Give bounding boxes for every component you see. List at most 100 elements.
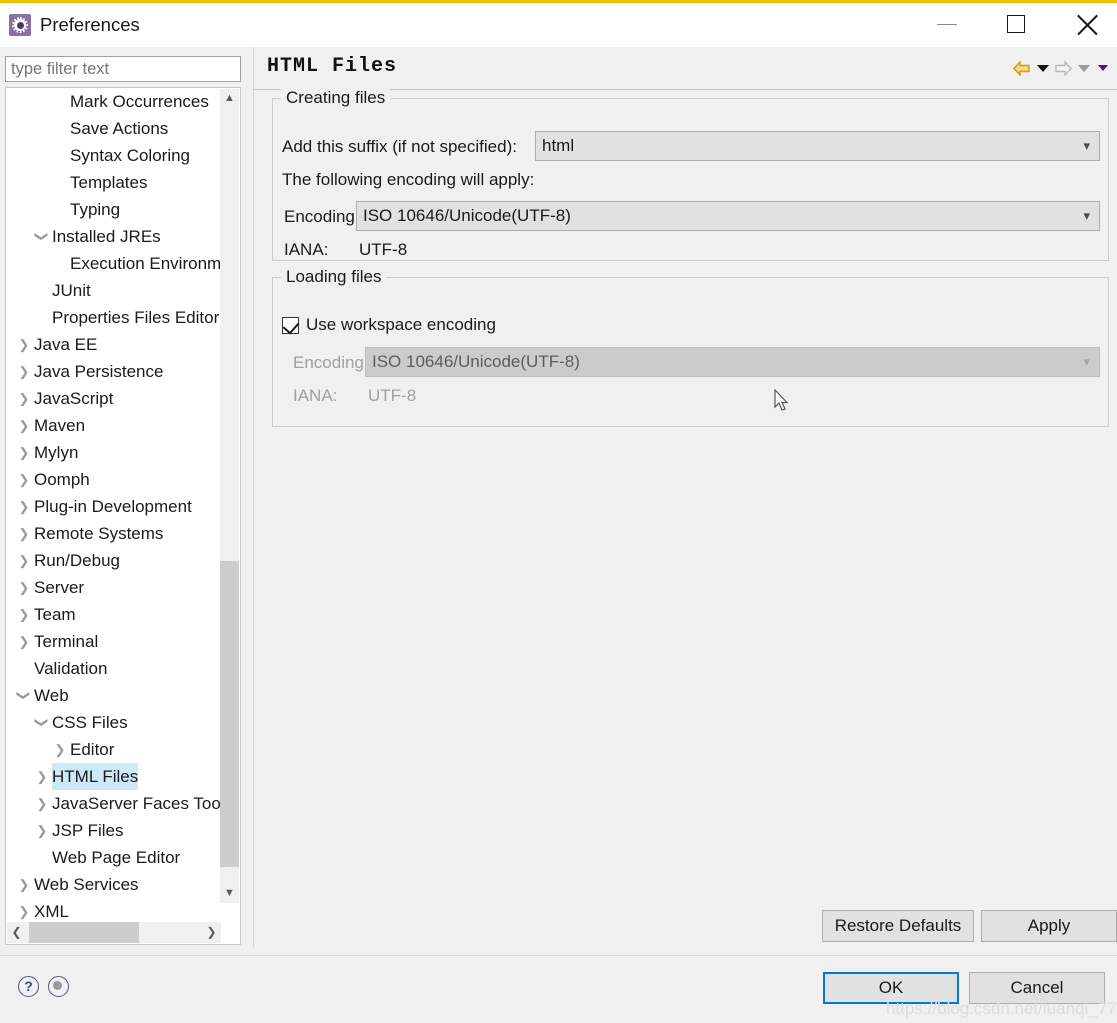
sidebar-item-oomph[interactable]: ❯ Oomph	[6, 466, 222, 493]
sidebar-item-save-actions[interactable]: Save Actions	[6, 115, 222, 142]
sidebar-item-javaserver-faces-tools[interactable]: ❯ JavaServer Faces Tools	[6, 790, 222, 817]
sidebar-item-java-persistence[interactable]: ❯ Java Persistence	[6, 358, 222, 385]
chevron-right-icon[interactable]: ❯	[16, 493, 32, 520]
cancel-button[interactable]: Cancel	[969, 972, 1105, 1004]
creating-files-group: Creating files Add this suffix (if not s…	[272, 88, 1109, 261]
sidebar-item-maven[interactable]: ❯ Maven	[6, 412, 222, 439]
chevron-down-icon: ▾	[1083, 208, 1090, 223]
sidebar-item-editor[interactable]: ❯ Editor	[6, 736, 222, 763]
loading-files-group: Loading files Use workspace encoding Enc…	[272, 267, 1109, 427]
forward-dropdown-icon[interactable]	[1074, 58, 1093, 78]
chevron-right-icon[interactable]: ❯	[16, 331, 32, 358]
forward-arrow-icon[interactable]	[1052, 58, 1074, 78]
creating-iana-label: IANA:	[284, 240, 329, 259]
chevron-right-icon[interactable]: ❯	[52, 736, 68, 763]
sidebar-item-server[interactable]: ❯ Server	[6, 574, 222, 601]
sidebar-item-mylyn[interactable]: ❯ Mylyn	[6, 439, 222, 466]
tree-vertical-scrollbar[interactable]: ▲ ▼	[220, 89, 239, 903]
page-navigation	[1011, 58, 1112, 78]
creating-iana-value: UTF-8	[359, 240, 408, 259]
chevron-right-icon[interactable]: ❯	[16, 871, 32, 898]
sidebar-item-label: Syntax Coloring	[70, 146, 191, 165]
sidebar-item-typing[interactable]: Typing	[6, 196, 222, 223]
use-workspace-encoding-label: Use workspace encoding	[306, 315, 496, 334]
sidebar-item-xml[interactable]: ❯ XML	[6, 898, 222, 924]
close-icon[interactable]	[1064, 3, 1110, 47]
preferences-dialog: Preferences Mark Occurrences Save Actions…	[0, 0, 1117, 1023]
sidebar-item-terminal[interactable]: ❯ Terminal	[6, 628, 222, 655]
sidebar-item-label: Validation	[34, 659, 108, 678]
sidebar-item-java-ee[interactable]: ❯ Java EE	[6, 331, 222, 358]
sidebar-item-label: Save Actions	[70, 119, 169, 138]
apply-button[interactable]: Apply	[981, 910, 1117, 942]
maximize-icon[interactable]	[993, 3, 1039, 47]
chevron-right-icon[interactable]: ❯	[34, 790, 50, 817]
scroll-down-icon[interactable]: ▼	[220, 884, 239, 903]
loading-encoding-label: Encoding:	[293, 353, 369, 372]
sidebar-item-execution-environments[interactable]: Execution Environments	[6, 250, 222, 277]
chevron-right-icon[interactable]: ❯	[16, 628, 32, 655]
chevron-right-icon[interactable]: ❯	[34, 763, 50, 790]
sidebar-item-syntax-coloring[interactable]: Syntax Coloring	[6, 142, 222, 169]
chevron-right-icon[interactable]: ❯	[16, 520, 32, 547]
sidebar-item-templates[interactable]: Templates	[6, 169, 222, 196]
sidebar-item-web-services[interactable]: ❯ Web Services	[6, 871, 222, 898]
preference-page: HTML Files Creating files Add this suffi…	[253, 47, 1117, 947]
sidebar-item-web-page-editor[interactable]: Web Page Editor	[6, 844, 222, 871]
search-input[interactable]	[5, 56, 241, 82]
sidebar-item-web[interactable]: ❯ Web	[6, 682, 222, 709]
back-arrow-icon[interactable]	[1011, 58, 1033, 78]
chevron-right-icon[interactable]: ❯	[16, 412, 32, 439]
sidebar-item-run-debug[interactable]: ❯ Run/Debug	[6, 547, 222, 574]
vertical-scrollbar-thumb[interactable]	[220, 561, 239, 867]
scroll-up-icon[interactable]: ▲	[220, 89, 239, 108]
check-icon	[282, 317, 300, 335]
ok-button[interactable]: OK	[823, 972, 959, 1004]
chevron-right-icon[interactable]: ❯	[16, 385, 32, 412]
scroll-left-icon[interactable]: ❮	[7, 922, 26, 943]
sidebar-item-label: Java Persistence	[34, 362, 164, 381]
suffix-label: Add this suffix (if not specified):	[282, 137, 517, 156]
sidebar-item-html-files[interactable]: ❯ HTML Files	[6, 763, 222, 790]
creating-encoding-combo[interactable]: ISO 10646/Unicode(UTF-8) ▾	[356, 201, 1100, 231]
sidebar-item-label: Web	[34, 686, 69, 705]
chevron-right-icon[interactable]: ❯	[16, 466, 32, 493]
sidebar-item-installed-jres[interactable]: ❯ Installed JREs	[6, 223, 222, 250]
chevron-right-icon[interactable]: ❯	[16, 574, 32, 601]
chevron-right-icon[interactable]: ❯	[16, 601, 32, 628]
suffix-combo[interactable]: html ▾	[535, 131, 1100, 161]
scroll-right-icon[interactable]: ❯	[202, 922, 221, 943]
sidebar-item-label: XML	[34, 902, 69, 921]
sidebar-item-label: Mark Occurrences	[70, 92, 209, 111]
chevron-right-icon[interactable]: ❯	[34, 817, 50, 844]
help-question-icon[interactable]: ?	[18, 976, 39, 997]
chevron-right-icon[interactable]: ❯	[16, 547, 32, 574]
loading-iana-value: UTF-8	[368, 386, 417, 405]
chevron-right-icon[interactable]: ❯	[16, 898, 32, 924]
sidebar-item-javascript[interactable]: ❯ JavaScript	[6, 385, 222, 412]
sidebar-item-plug-in-development[interactable]: ❯ Plug-in Development	[6, 493, 222, 520]
chevron-right-icon[interactable]: ❯	[16, 358, 32, 385]
sidebar-item-css-files[interactable]: ❯ CSS Files	[6, 709, 222, 736]
sidebar-item-junit[interactable]: JUnit	[6, 277, 222, 304]
minimize-icon[interactable]	[924, 3, 970, 47]
sidebar-item-remote-systems[interactable]: ❯ Remote Systems	[6, 520, 222, 547]
sidebar-item-jsp-files[interactable]: ❯ JSP Files	[6, 817, 222, 844]
footer-divider	[0, 955, 1117, 956]
back-dropdown-icon[interactable]	[1033, 58, 1052, 78]
sidebar-item-mark-occurrences[interactable]: Mark Occurrences	[6, 88, 222, 115]
sidebar-item-properties-files-editor[interactable]: Properties Files Editor	[6, 304, 222, 331]
sidebar-item-validation[interactable]: Validation	[6, 655, 222, 682]
sidebar-item-team[interactable]: ❯ Team	[6, 601, 222, 628]
restore-defaults-button[interactable]: Restore Defaults	[822, 910, 974, 942]
info-circle-icon[interactable]	[48, 976, 69, 997]
loading-files-legend: Loading files	[281, 267, 387, 287]
tree-horizontal-scrollbar[interactable]: ❮ ❯	[7, 922, 221, 943]
mouse-cursor	[774, 388, 790, 418]
sidebar-item-label: Java EE	[34, 335, 98, 354]
chevron-right-icon[interactable]: ❯	[16, 439, 32, 466]
view-menu-icon[interactable]	[1093, 58, 1112, 78]
sidebar-item-label: Typing	[70, 200, 121, 219]
suffix-value: html	[542, 136, 575, 155]
horizontal-scrollbar-thumb[interactable]	[29, 922, 139, 943]
